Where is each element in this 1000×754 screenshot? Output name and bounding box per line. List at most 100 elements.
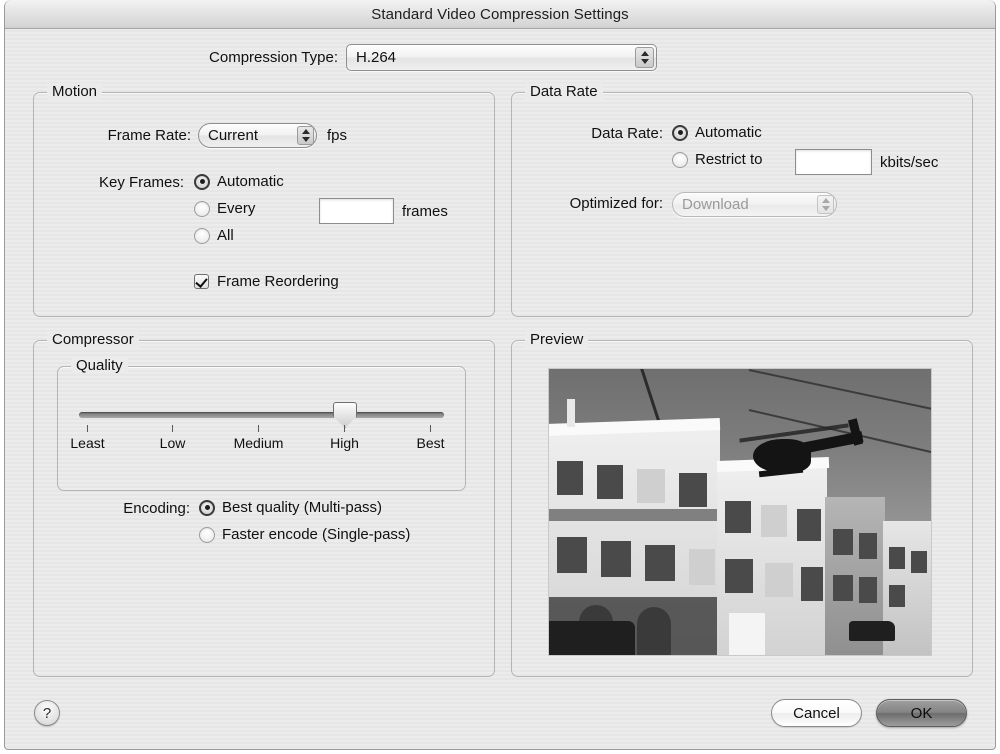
window-pane <box>859 533 877 559</box>
window-pane <box>833 575 853 601</box>
window-title: Standard Video Compression Settings <box>371 6 629 23</box>
chevron-updown-icon <box>297 126 314 145</box>
radio-icon[interactable] <box>194 174 210 190</box>
quality-group: Quality Least Low Medium High Best <box>57 366 466 491</box>
frame-rate-popup[interactable]: Current <box>198 123 317 148</box>
optimized-for-value: Download <box>682 196 749 213</box>
radio-icon[interactable] <box>672 152 688 168</box>
compression-settings-dialog: Standard Video Compression Settings Comp… <box>4 0 996 750</box>
key-frames-option-automatic[interactable]: Automatic <box>194 173 284 190</box>
data-rate-legend: Data Rate <box>525 83 603 100</box>
radio-icon[interactable] <box>194 201 210 217</box>
frame-rate-unit: fps <box>327 127 347 144</box>
radio-icon[interactable] <box>199 527 215 543</box>
helicopter <box>729 417 869 481</box>
compression-type-value: H.264 <box>356 49 396 66</box>
window-pane <box>889 547 905 569</box>
motion-group: Motion Frame Rate: Current fps Key Frame… <box>33 92 495 317</box>
window-pane <box>725 501 751 533</box>
window-pane <box>801 567 823 601</box>
quality-slider[interactable]: Least Low Medium High Best <box>58 367 465 490</box>
chevron-updown-icon <box>817 195 834 214</box>
compression-type-row: Compression Type: H.264 <box>5 44 995 71</box>
window-pane <box>689 549 715 585</box>
window-pane <box>911 551 927 573</box>
radio-icon[interactable] <box>672 125 688 141</box>
preview-legend: Preview <box>525 331 588 348</box>
key-frames-every-unit: frames <box>402 203 448 220</box>
parked-car <box>548 621 635 656</box>
encoding-option-label: Faster encode (Single-pass) <box>222 526 410 543</box>
key-frames-option-all[interactable]: All <box>194 227 234 244</box>
frame-reordering-checkbox[interactable]: Frame Reordering <box>194 273 339 290</box>
window-pane <box>725 559 753 593</box>
window-pane <box>601 541 631 577</box>
key-frames-every-input[interactable] <box>319 198 394 224</box>
data-rate-label: Data Rate: <box>512 125 670 142</box>
key-frames-label: Key Frames: <box>34 174 191 191</box>
frame-rate-value: Current <box>208 127 258 144</box>
compressor-group: Compressor Quality Least Low Medium High… <box>33 340 495 677</box>
chimney <box>567 399 575 427</box>
help-button[interactable]: ? <box>34 700 60 726</box>
window-pane <box>765 563 793 597</box>
data-rate-option-label: Restrict to <box>695 151 763 168</box>
window-pane <box>679 473 707 507</box>
window-pane <box>597 465 623 499</box>
slider-track[interactable] <box>79 412 444 418</box>
radio-icon[interactable] <box>194 228 210 244</box>
chevron-updown-icon <box>635 47 654 68</box>
slider-tick <box>344 425 345 432</box>
data-rate-group: Data Rate Data Rate: Automatic Restrict … <box>511 92 973 317</box>
storefront-door <box>729 613 765 656</box>
key-frames-option-every[interactable]: Every <box>194 200 255 217</box>
compression-type-label: Compression Type: <box>5 49 346 66</box>
frame-rate-row: Frame Rate: Current fps <box>34 123 494 148</box>
encoding-option-best-quality[interactable]: Best quality (Multi-pass) <box>199 499 382 516</box>
title-bar: Standard Video Compression Settings <box>5 0 995 29</box>
optimized-for-label: Optimized for: <box>512 195 670 212</box>
preview-group: Preview <box>511 340 973 677</box>
motion-legend: Motion <box>47 83 102 100</box>
window-pane <box>557 461 583 495</box>
preview-image <box>548 368 932 656</box>
parked-car <box>849 621 895 641</box>
window-pane <box>557 537 587 573</box>
cancel-button[interactable]: Cancel <box>771 699 862 727</box>
slider-tick <box>172 425 173 432</box>
key-frames-option-label: Automatic <box>217 173 284 190</box>
frame-reordering-label: Frame Reordering <box>217 273 339 290</box>
encoding-label: Encoding: <box>34 500 197 517</box>
slider-tick-label: Least <box>58 435 117 451</box>
slider-thumb[interactable] <box>333 402 357 428</box>
window-pane <box>889 585 905 607</box>
encoding-option-faster-encode[interactable]: Faster encode (Single-pass) <box>199 526 410 543</box>
key-frames-option-label: All <box>217 227 234 244</box>
ledge-shadow <box>548 509 720 521</box>
frame-rate-label: Frame Rate: <box>34 127 198 144</box>
radio-icon[interactable] <box>199 500 215 516</box>
ok-button-label: OK <box>911 705 933 722</box>
window-pane <box>859 577 877 603</box>
data-rate-option-restrict[interactable]: Restrict to <box>672 151 763 168</box>
window-pane <box>761 505 787 537</box>
data-rate-option-automatic[interactable]: Automatic <box>672 124 762 141</box>
ok-button[interactable]: OK <box>876 699 967 727</box>
optimized-for-popup[interactable]: Download <box>672 192 837 217</box>
checkbox-icon[interactable] <box>194 274 209 289</box>
slider-tick-label: Medium <box>229 435 288 451</box>
data-rate-option-label: Automatic <box>695 124 762 141</box>
window-pane <box>797 509 821 541</box>
slider-tick <box>258 425 259 432</box>
cancel-button-label: Cancel <box>793 705 840 722</box>
compressor-legend: Compressor <box>47 331 139 348</box>
data-rate-restrict-input[interactable] <box>795 149 872 175</box>
window-pane <box>637 469 665 503</box>
slider-tick <box>87 425 88 432</box>
window-pane <box>645 545 675 581</box>
encoding-option-label: Best quality (Multi-pass) <box>222 499 382 516</box>
slider-tick-label: High <box>315 435 374 451</box>
slider-tick <box>430 425 431 432</box>
doorway-arch <box>637 607 671 656</box>
compression-type-popup[interactable]: H.264 <box>346 44 657 71</box>
